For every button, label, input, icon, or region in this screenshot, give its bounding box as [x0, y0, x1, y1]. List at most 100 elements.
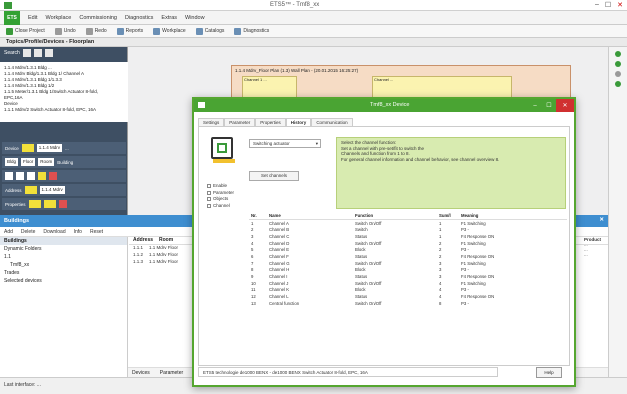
dialog-minimize-button[interactable]: ‒ — [528, 99, 542, 112]
menu-extras[interactable]: Extras — [161, 15, 177, 21]
table-row[interactable]: 6 Channel F Status 2 F4 Response ON — [249, 253, 567, 260]
reset-button[interactable]: Reset — [90, 229, 103, 235]
table-row[interactable]: 13 Central function Switch On/Off 8 P3 - — [249, 300, 567, 307]
tool-icon-b[interactable] — [16, 172, 24, 180]
status-icon-1[interactable] — [615, 51, 621, 57]
tab-settings[interactable]: Settings — [198, 118, 225, 126]
room-field[interactable]: Room — [38, 158, 55, 166]
table-cell: 2 — [439, 247, 442, 253]
table-row[interactable]: 3 Channel C Status 1 F4 Response ON — [249, 233, 567, 240]
breadcrumb[interactable]: Topics/Profile/Devices - Floorplan — [6, 39, 94, 45]
dialog-maximize-button[interactable]: ☐ — [542, 99, 556, 112]
table-cell: 4 — [439, 294, 442, 300]
tree-item[interactable]: Dynamic Folders — [0, 245, 127, 253]
menu-edit[interactable]: Edit — [28, 15, 37, 21]
table-row[interactable]: 11 Channel K Block 4 P3 - — [249, 287, 567, 294]
table-row[interactable]: 9 Channel I Status 3 F4 Response ON — [249, 273, 567, 280]
table-row[interactable]: 1 Channel A Switch On/Off 1 F1 Switching — [249, 220, 567, 227]
diagnostics-icon — [234, 27, 242, 35]
status-icon-4[interactable] — [615, 81, 621, 87]
tab-parameter[interactable]: Parameter — [224, 118, 256, 126]
table-cell: F4 Response ON — [461, 294, 495, 300]
table-cell: Status — [355, 253, 368, 259]
tree-item[interactable]: 1.1 — [0, 253, 127, 261]
device-field[interactable]: 1.1.4 Mdrv — [36, 144, 63, 152]
tab-communication[interactable]: Communication — [311, 118, 353, 126]
workplace-icon — [153, 27, 161, 35]
menu-diagnostics[interactable]: Diagnostics — [125, 15, 153, 21]
table-cell: 4 — [439, 280, 442, 286]
menu-workplace[interactable]: Workplace — [45, 15, 71, 21]
table-row[interactable]: 12 Channel L Status 4 F4 Response ON — [249, 293, 567, 300]
table-row[interactable]: 10 Channel J Switch On/Off 4 F1 Switching — [249, 280, 567, 287]
download-button[interactable]: Download — [43, 229, 65, 235]
tool-icon-a[interactable] — [5, 172, 13, 180]
tab-properties[interactable]: Properties — [255, 118, 286, 126]
tree-item[interactable]: Selected devices — [0, 277, 127, 285]
tool-icon-c[interactable] — [27, 172, 35, 180]
tool-icon-3[interactable] — [44, 49, 53, 57]
tab-history[interactable]: History — [285, 118, 312, 126]
table-row[interactable]: 7 Channel G Switch On/Off 3 F1 Switching — [249, 260, 567, 267]
table-cell: 9 — [251, 274, 254, 280]
app-title: ETS5™ - Tmf8_xx — [270, 2, 320, 8]
delete-button[interactable]: Delete — [21, 229, 35, 235]
table-cell: Status — [355, 294, 368, 300]
location-row: Bldg Floor Room Building — [2, 156, 126, 168]
bldg-field[interactable]: Bldg — [5, 158, 19, 166]
prop-icon-2[interactable] — [43, 200, 56, 208]
catalogs-button[interactable]: Catalogs — [195, 27, 224, 35]
pane-title: Search — [4, 50, 20, 56]
ets-menu-tab[interactable]: ETS — [4, 10, 20, 25]
minimize-button[interactable]: ‒ — [595, 1, 599, 9]
parameter-select[interactable]: Switching actuator ▾ — [249, 139, 321, 148]
status-icon-2[interactable] — [615, 61, 621, 67]
floor-field[interactable]: Floor — [21, 158, 36, 166]
table-cell: Channel E — [269, 247, 290, 253]
tree-item[interactable]: Channel — [207, 203, 234, 210]
close-project-button[interactable]: Close Project — [6, 27, 45, 35]
tool-icon-1[interactable] — [22, 49, 31, 57]
tool-icon-d[interactable] — [38, 172, 46, 180]
table-cell: Channel J — [269, 280, 289, 286]
status-icon-3[interactable] — [615, 71, 621, 77]
address-color-swatch[interactable] — [24, 186, 37, 194]
prop-icon-3[interactable] — [58, 200, 67, 208]
table-cell: F1 Switching — [461, 240, 486, 246]
tab-parameter[interactable]: Parameter — [160, 370, 183, 376]
table-cell: F1 Switching — [461, 280, 486, 286]
maximize-button[interactable]: ☐ — [605, 1, 611, 9]
device-color-swatch[interactable] — [21, 144, 34, 152]
table-cell: 3 — [251, 233, 254, 239]
info-button[interactable]: Info — [74, 229, 82, 235]
help-button[interactable]: Help — [536, 367, 562, 378]
status-text[interactable]: Last interface: ... — [4, 382, 41, 388]
diagnostics-button[interactable]: Diagnostics — [234, 27, 269, 35]
set-channels-button[interactable]: Set channels — [249, 171, 299, 181]
table-cell: Block — [355, 287, 366, 293]
prop-icon-1[interactable] — [28, 200, 41, 208]
table-cell: 1 — [251, 220, 254, 226]
undo-button[interactable]: Undo — [54, 27, 76, 35]
tree-item[interactable]: Tmf8_xx — [0, 261, 127, 269]
close-button[interactable]: ✕ — [617, 1, 623, 9]
menu-commissioning[interactable]: Commissioning — [79, 15, 117, 21]
reports-button[interactable]: Reports — [116, 27, 143, 35]
tool-icon-e[interactable] — [49, 172, 57, 180]
table-row[interactable]: 4 Channel D Switch On/Off 2 F1 Switching — [249, 240, 567, 247]
table-row[interactable]: 2 Channel B Switch 1 P3 - — [249, 226, 567, 233]
tree-item[interactable]: Trades — [0, 269, 127, 277]
device-info-box: 1.1.4 Mdrv/1.3.1 Bldg ... 1.1.4 Mdrv Bld… — [0, 62, 128, 122]
table-row[interactable]: 5 Channel E Block 2 P3 - — [249, 246, 567, 253]
buildings-close-button[interactable]: ✕ — [599, 217, 604, 223]
dialog-close-button[interactable]: ✕ — [556, 99, 574, 112]
add-button[interactable]: Add — [4, 229, 13, 235]
menu-window[interactable]: Window — [185, 15, 205, 21]
tool-icon-2[interactable] — [33, 49, 42, 57]
table-row[interactable]: 8 Channel H Block 3 P3 - — [249, 267, 567, 274]
tab-devices[interactable]: Devices — [132, 370, 150, 376]
redo-button[interactable]: Redo — [85, 27, 107, 35]
address-field[interactable]: 1.1.4 Mdrv — [39, 186, 65, 194]
workplace-button[interactable]: Workplace — [153, 27, 186, 35]
dialog-title: Tmf8_xx Device — [370, 102, 410, 108]
